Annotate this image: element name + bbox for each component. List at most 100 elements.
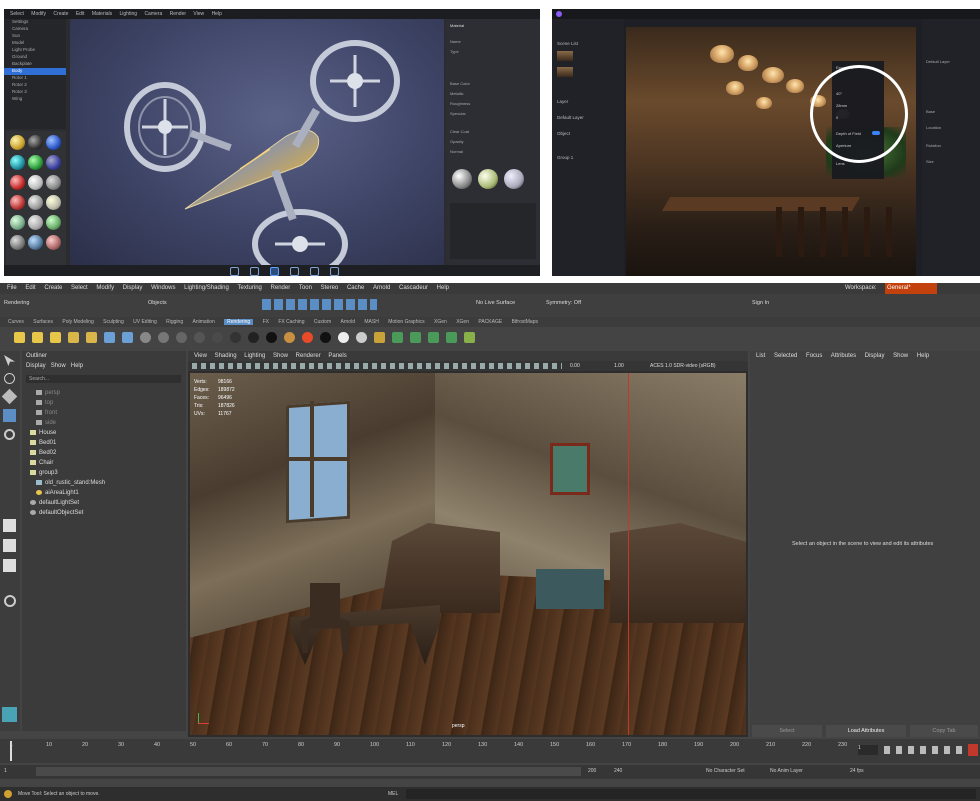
menu-item[interactable]: Windows (151, 285, 175, 291)
outliner-item[interactable]: group3 (30, 469, 58, 477)
layout-icon[interactable] (3, 539, 16, 552)
menu-item[interactable]: Texturing (238, 285, 262, 291)
range-bar[interactable] (36, 767, 581, 776)
sphere-icon[interactable] (338, 332, 349, 343)
light-icon[interactable] (68, 332, 79, 343)
material-swatch[interactable] (46, 235, 61, 250)
material-icon[interactable] (284, 332, 295, 343)
menu-item[interactable]: Render (170, 11, 186, 17)
outliner-menu-show[interactable]: Show (51, 363, 66, 369)
outliner-menu-display[interactable]: Display (26, 363, 46, 369)
copy-tab-button[interactable]: Copy Tab (910, 725, 978, 737)
menu-item[interactable]: Lighting/Shading (184, 285, 229, 291)
menu-item[interactable]: Help (437, 285, 449, 291)
tab-custom[interactable]: Custom (314, 319, 331, 325)
outliner-item[interactable]: House (30, 429, 56, 437)
scene-thumbnail[interactable] (557, 51, 573, 61)
texture-icon[interactable] (428, 332, 439, 343)
gamma-field[interactable]: 1.00 (614, 363, 624, 369)
layout-icon[interactable] (3, 519, 16, 532)
time-slider[interactable]: 1 10 20 30 40 50 60 70 80 90 100 110 120 130 140 150 160… (0, 739, 980, 763)
selection-mask-icons[interactable] (262, 299, 377, 310)
objects-dropdown[interactable]: Objects (148, 300, 167, 306)
tab-surfaces[interactable]: Surfaces (33, 319, 53, 325)
material-swatch[interactable] (28, 195, 43, 210)
outliner-item[interactable]: Chair (30, 459, 53, 467)
viewport-menu-item[interactable]: Panels (328, 353, 346, 359)
light-icon[interactable] (14, 332, 25, 343)
attr-menu-item[interactable]: Help (917, 353, 929, 359)
outliner-item[interactable]: aiAreaLight1 (36, 489, 79, 497)
viewport-menu-item[interactable]: Shading (215, 353, 237, 359)
tab-mash[interactable]: MASH (364, 319, 378, 325)
tree-item[interactable]: Backplate (4, 61, 66, 68)
outliner-item[interactable]: Bed02 (30, 449, 56, 457)
tree-item[interactable]: Ground (4, 54, 66, 61)
menu-item[interactable]: Stereo (321, 285, 339, 291)
tab-arnold[interactable]: Arnold (341, 319, 355, 325)
texture-icon[interactable] (410, 332, 421, 343)
tab-fx-caching[interactable]: FX Caching (278, 319, 304, 325)
property-row[interactable]: Metallic (450, 91, 536, 96)
tab-rendering[interactable]: Rendering (224, 319, 254, 325)
live-surface-dropdown[interactable]: No Live Surface (476, 300, 515, 306)
viewport-toolbar-icons[interactable] (192, 363, 562, 369)
viewport-menu-item[interactable]: Renderer (296, 353, 321, 359)
mel-label[interactable]: MEL (388, 791, 398, 797)
rotate-tool-icon[interactable] (4, 429, 15, 440)
sphere-icon[interactable] (266, 332, 277, 343)
tab-rigging[interactable]: Rigging (166, 319, 183, 325)
material-preview[interactable] (504, 169, 524, 189)
menu-item[interactable]: Render (271, 285, 291, 291)
property-row[interactable]: Normal (450, 149, 536, 154)
object-item[interactable]: Group 1 (557, 155, 573, 160)
outliner-item[interactable]: side (36, 419, 56, 427)
material-swatch[interactable] (10, 235, 25, 250)
light-icon[interactable] (86, 332, 97, 343)
viewport-menu-item[interactable]: View (194, 353, 207, 359)
tree-item[interactable]: Rotor 2 (4, 82, 66, 89)
tree-item[interactable]: Model (4, 40, 66, 47)
paint-tool-icon[interactable] (1, 388, 18, 405)
outliner-item[interactable]: Bed01 (30, 439, 56, 447)
tab-uv-editing[interactable]: UV Editing (133, 319, 157, 325)
mode-dropdown[interactable]: Rendering (4, 300, 29, 306)
property-row[interactable]: Default Layer (926, 59, 950, 64)
property-row[interactable]: Base Color (450, 81, 536, 86)
property-row[interactable]: Type (450, 49, 536, 54)
material-swatch[interactable] (46, 155, 61, 170)
material-swatch[interactable] (28, 235, 43, 250)
record-button-icon[interactable] (968, 744, 978, 756)
viewport-menu-item[interactable]: Lighting (244, 353, 265, 359)
workspace-dropdown[interactable]: General* (885, 283, 937, 294)
menu-item[interactable]: Toon (299, 285, 312, 291)
tree-item[interactable]: Sun (4, 33, 66, 40)
menu-item[interactable]: Modify (31, 11, 46, 17)
property-row[interactable]: Specular (450, 111, 536, 116)
tree-item[interactable]: Body (4, 68, 66, 75)
texture-icon[interactable] (392, 332, 403, 343)
property-row[interactable]: Name (450, 39, 536, 44)
tab-fx[interactable]: FX (263, 319, 269, 325)
attr-menu-item[interactable]: List (756, 353, 765, 359)
sphere-icon[interactable] (356, 332, 367, 343)
tree-item[interactable]: Wing (4, 96, 66, 103)
attr-menu-item[interactable]: Display (865, 353, 885, 359)
character-set-dropdown[interactable]: No Character Set (706, 768, 745, 774)
tab-package[interactable]: PACKAGE (478, 319, 502, 325)
range-start-field[interactable]: 1 (4, 768, 7, 774)
material-preview[interactable] (478, 169, 498, 189)
tab-xgen-2[interactable]: XGen (456, 319, 469, 325)
menu-item[interactable]: File (7, 285, 17, 291)
anim-layer-dropdown[interactable]: No Anim Layer (770, 768, 803, 774)
material-swatch[interactable] (10, 215, 25, 230)
material-swatch[interactable] (28, 155, 43, 170)
menu-item[interactable]: Camera (144, 11, 162, 17)
scene-thumbnail[interactable] (557, 67, 573, 77)
menu-item[interactable]: View (193, 11, 204, 17)
menu-item[interactable]: Modify (96, 285, 114, 291)
exposure-field[interactable]: 0.00 (570, 363, 580, 369)
texture-icon[interactable] (374, 332, 385, 343)
material-swatch[interactable] (10, 135, 25, 150)
menu-item[interactable]: Help (212, 11, 222, 17)
